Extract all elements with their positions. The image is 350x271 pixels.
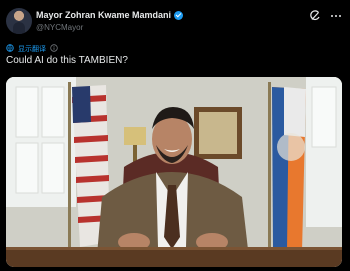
show-translation-link[interactable]: 显示翻译 <box>18 44 46 54</box>
tweet-video[interactable] <box>6 77 342 267</box>
translate-row: 显示翻译 <box>6 44 58 54</box>
author-handle[interactable]: @NYCMayor <box>36 23 83 32</box>
avatar[interactable] <box>6 8 32 34</box>
verified-badge-icon <box>174 10 184 20</box>
video-frame <box>6 77 342 267</box>
tweet-text: Could AI do this TAMBIEN? <box>6 55 128 66</box>
info-icon[interactable] <box>50 44 58 54</box>
tweet-top-actions <box>309 10 342 22</box>
grok-icon[interactable] <box>309 10 321 22</box>
globe-icon <box>6 44 14 54</box>
more-icon[interactable] <box>330 10 342 22</box>
author-name-row: Mayor Zohran Kwame Mamdani <box>36 10 184 20</box>
tweet: Mayor Zohran Kwame Mamdani @NYCMayor 显示翻… <box>0 0 350 271</box>
author-display-name[interactable]: Mayor Zohran Kwame Mamdani <box>36 10 171 20</box>
tweet-header: Mayor Zohran Kwame Mamdani @NYCMayor <box>6 8 344 42</box>
